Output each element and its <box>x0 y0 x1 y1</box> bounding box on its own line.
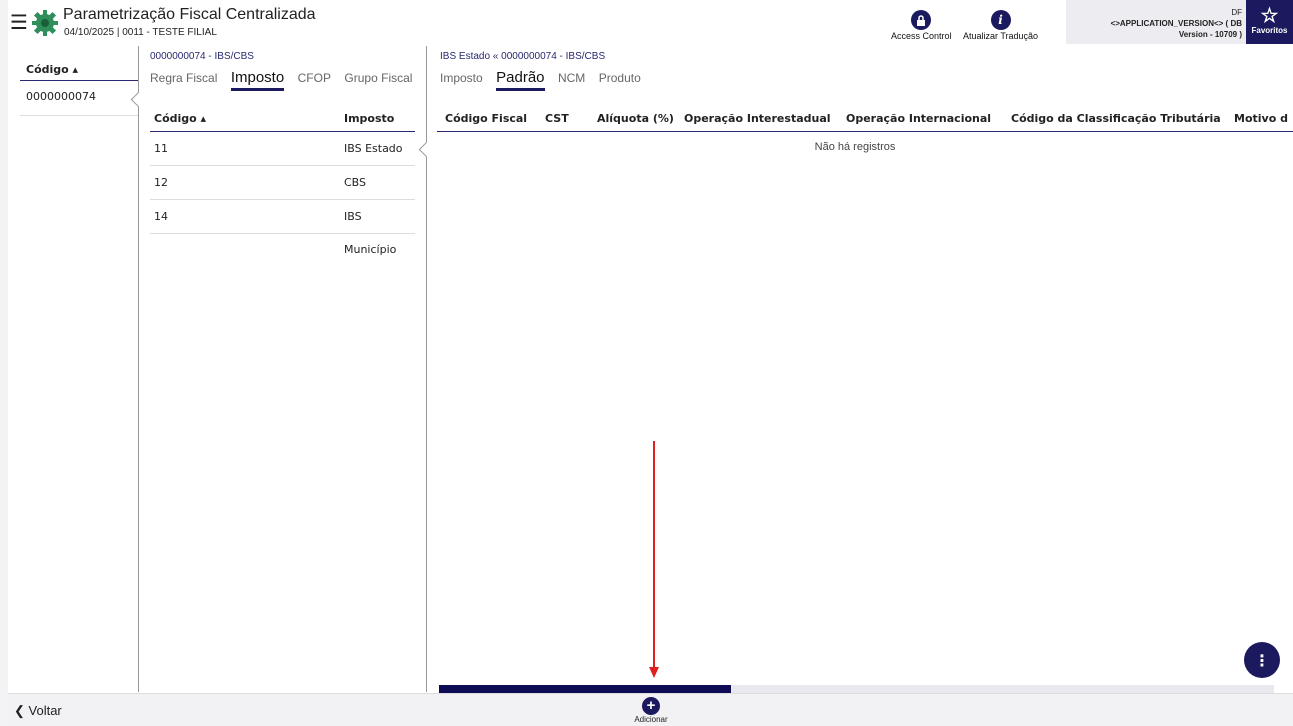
back-button[interactable]: ❮ Voltar <box>14 703 62 719</box>
app-window: ☰ Parametrização Fiscal Centralizada 04/… <box>8 0 1293 726</box>
footer-bar: ❮ Voltar + Adicionar <box>8 693 1293 726</box>
annotation-arrow <box>649 441 659 678</box>
add-label: Adicionar <box>634 715 668 724</box>
plus-icon: + <box>642 697 660 715</box>
add-button[interactable]: + Adicionar <box>631 697 671 724</box>
